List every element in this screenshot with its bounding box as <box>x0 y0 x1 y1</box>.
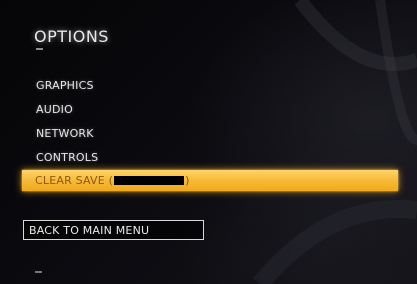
page-title: OPTIONS <box>34 27 109 46</box>
footer-dash <box>35 271 42 273</box>
back-to-main-menu-button[interactable]: BACK TO MAIN MENU <box>23 220 204 240</box>
clear-save-prefix: CLEAR SAVE ( <box>35 174 114 187</box>
clear-save-suffix: ) <box>185 174 190 187</box>
menu-item-graphics[interactable]: GRAPHICS <box>36 79 94 92</box>
title-underline <box>36 48 43 50</box>
menu-item-controls[interactable]: CONTROLS <box>36 151 98 164</box>
menu-item-clear-save[interactable]: CLEAR SAVE ( ) <box>22 170 398 191</box>
clear-save-label: CLEAR SAVE ( ) <box>35 174 190 187</box>
menu-item-audio[interactable]: AUDIO <box>36 103 73 116</box>
redacted-save-name <box>114 176 185 185</box>
menu-item-network[interactable]: NETWORK <box>36 127 94 140</box>
